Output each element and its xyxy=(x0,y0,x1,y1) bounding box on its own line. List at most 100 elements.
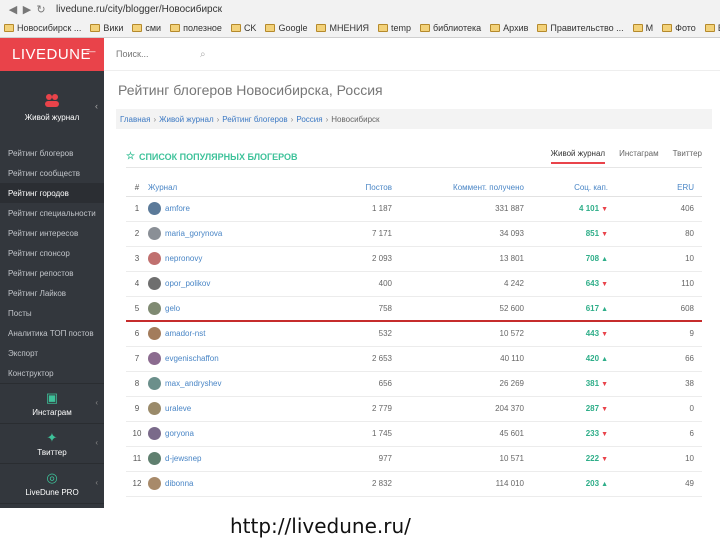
bookmark-item[interactable]: сми xyxy=(132,23,161,33)
sidebar-item[interactable]: Аналитика ТОП постов xyxy=(0,323,104,343)
avatar[interactable] xyxy=(148,402,161,415)
bookmark-item[interactable]: М xyxy=(632,22,654,33)
col-eru[interactable]: ERU xyxy=(618,180,702,197)
sidebar-section[interactable]: ✦ Твиттер ‹ xyxy=(0,423,104,463)
tab[interactable]: Твиттер xyxy=(673,149,702,164)
sidebar-item[interactable]: Рейтинг Лайков xyxy=(0,283,104,303)
bookmark-label: М xyxy=(645,22,654,33)
col-journal[interactable]: Журнал xyxy=(148,180,318,197)
address-bar[interactable]: livedune.ru/city/blogger/Новосибирск xyxy=(56,4,222,15)
tab[interactable]: Живой журнал xyxy=(550,149,606,164)
panel-title: ☆ СПИСОК ПОПУЛЯРНЫХ БЛОГЕРОВ xyxy=(126,151,298,162)
chevron-left-icon: ‹ xyxy=(95,101,98,111)
avatar[interactable] xyxy=(148,352,161,365)
sidebar-section-label: Инстаграм xyxy=(32,407,72,417)
avatar[interactable] xyxy=(148,202,161,215)
avatar[interactable] xyxy=(148,477,161,490)
table-row[interactable]: 9 uraleve 2 779 204 370 287 ▼ 0 xyxy=(126,396,702,422)
bookmark-item[interactable]: Архив xyxy=(490,23,528,33)
sidebar-section[interactable]: ▣ Инстаграм ‹ xyxy=(0,383,104,423)
bookmark-item[interactable]: полезное xyxy=(170,23,222,33)
col-rank[interactable]: # xyxy=(126,180,148,197)
blogger-name-link[interactable]: d-jewsnep xyxy=(165,454,201,463)
col-posts[interactable]: Постов xyxy=(318,180,398,197)
sidebar-section-livejournal[interactable]: Живой журнал ‹ xyxy=(0,71,104,143)
forward-icon[interactable]: ▶ xyxy=(20,3,34,16)
sidebar-item[interactable]: Рейтинг сообществ xyxy=(0,163,104,183)
bloggers-panel: ☆ СПИСОК ПОПУЛЯРНЫХ БЛОГЕРОВ Живой журна… xyxy=(126,146,702,497)
blogger-name-link[interactable]: dibonna xyxy=(165,479,193,488)
folder-icon xyxy=(537,23,548,32)
table-row[interactable]: 3 nepronovy 2 093 13 801 708 ▲ 10 xyxy=(126,246,702,272)
avatar[interactable] xyxy=(148,301,161,315)
blogger-name-link[interactable]: uraleve xyxy=(165,404,191,413)
blogger-name-link[interactable]: max_andryshev xyxy=(165,379,221,388)
sidebar-section[interactable]: ◎ LiveDune PRO ‹ xyxy=(0,463,104,503)
sidebar-item[interactable]: Посты xyxy=(0,303,104,323)
bookmark-item[interactable]: библиотека xyxy=(419,23,481,33)
breadcrumb-item[interactable]: Главная xyxy=(120,115,150,124)
back-icon[interactable]: ◀ xyxy=(6,3,20,16)
col-social-capital[interactable]: Соц. кап. xyxy=(538,180,618,197)
avatar[interactable] xyxy=(148,252,161,265)
avatar[interactable] xyxy=(148,377,161,390)
blogger-name-link[interactable]: evgenischaffon xyxy=(165,354,219,363)
table-row[interactable]: 12 dibonna 2 832 114 010 203 ▲ 49 xyxy=(126,471,702,497)
journal-cell: amfore xyxy=(148,196,318,222)
table-row[interactable]: 2 maria_gorynova 7 171 34 093 851 ▼ 80 xyxy=(126,221,702,247)
col-comments[interactable]: Коммент. получено xyxy=(398,180,538,197)
blogger-name-link[interactable]: amador-nst xyxy=(165,329,205,338)
search-icon[interactable]: ⌕ xyxy=(200,49,206,60)
bookmark-item[interactable]: Правительство ... xyxy=(537,23,624,33)
avatar[interactable] xyxy=(148,427,161,440)
bookmark-item[interactable]: Новосибирск ... xyxy=(4,23,81,33)
table-row[interactable]: 6 amador-nst 532 10 572 443 ▼ 9 xyxy=(126,321,702,347)
table-row[interactable]: 1 amfore 1 187 331 887 4 101 ▼ 406 xyxy=(126,196,702,222)
bookmark-item[interactable]: temp xyxy=(377,23,411,33)
bookmark-item[interactable]: CK xyxy=(230,23,256,33)
blogger-name-link[interactable]: goryona xyxy=(165,429,194,438)
sidebar-item[interactable]: Экспорт xyxy=(0,343,104,363)
bookmark-item[interactable]: Google xyxy=(265,23,307,33)
reload-icon[interactable]: ↻ xyxy=(34,3,48,16)
table-row[interactable]: 10 goryona 1 745 45 601 233 ▼ 6 xyxy=(126,421,702,447)
search-input[interactable] xyxy=(116,49,196,59)
menu-toggle-icon[interactable]: — xyxy=(87,46,97,56)
sidebar-item[interactable]: Конструктор xyxy=(0,363,104,383)
tab[interactable]: Инстаграм xyxy=(619,149,659,164)
blogger-name-link[interactable]: amfore xyxy=(165,204,190,213)
table-row[interactable]: 7 evgenischaffon 2 653 40 110 420 ▲ 66 xyxy=(126,346,702,372)
sidebar-item[interactable]: Рейтинг блогеров xyxy=(0,143,104,163)
eru-cell: 49 xyxy=(618,471,702,497)
trend-down-icon: ▼ xyxy=(601,331,608,339)
blogger-name-link[interactable]: gelo xyxy=(165,304,180,313)
sidebar-item[interactable]: Рейтинг городов xyxy=(0,183,104,203)
avatar[interactable] xyxy=(148,277,161,290)
blogger-name-link[interactable]: nepronovy xyxy=(165,254,202,263)
bookmark-item[interactable]: Вики xyxy=(704,23,720,33)
sidebar-item[interactable]: Рейтинг репостов xyxy=(0,263,104,283)
avatar[interactable] xyxy=(148,227,161,240)
table-row[interactable]: 5 gelo 758 52 600 617 ▲ 608 xyxy=(126,296,702,322)
rank-cell: 8 xyxy=(126,371,148,397)
bookmark-item[interactable]: Фото xyxy=(662,23,696,33)
sidebar-item[interactable]: Рейтинг специальности xyxy=(0,203,104,223)
sidebar-item[interactable]: Рейтинг интересов xyxy=(0,223,104,243)
table-row[interactable]: 8 max_andryshev 656 26 269 381 ▼ 38 xyxy=(126,371,702,397)
avatar[interactable] xyxy=(148,327,161,341)
table-row[interactable]: 4 opor_polikov 400 4 242 643 ▼ 110 xyxy=(126,271,702,297)
logo[interactable]: LIVEDUNE — xyxy=(0,38,104,71)
breadcrumb-item[interactable]: Рейтинг блогеров xyxy=(222,115,287,124)
avatar[interactable] xyxy=(148,452,161,465)
bookmark-item[interactable]: МНЕНИЯ xyxy=(316,23,369,33)
blogger-name-link[interactable]: opor_polikov xyxy=(165,279,210,288)
rank-cell: 4 xyxy=(126,271,148,297)
breadcrumb-item[interactable]: Россия xyxy=(296,115,322,124)
breadcrumb-item[interactable]: Живой журнал xyxy=(159,115,214,124)
bookmark-item[interactable]: Вики xyxy=(90,23,123,33)
trend-up-icon: ▲ xyxy=(601,481,608,488)
blogger-name-link[interactable]: maria_gorynova xyxy=(165,229,222,238)
sidebar-item[interactable]: Рейтинг спонсор xyxy=(0,243,104,263)
table-row[interactable]: 11 d-jewsnep 977 10 571 222 ▼ 10 xyxy=(126,446,702,472)
comments-cell: 4 242 xyxy=(398,271,538,297)
